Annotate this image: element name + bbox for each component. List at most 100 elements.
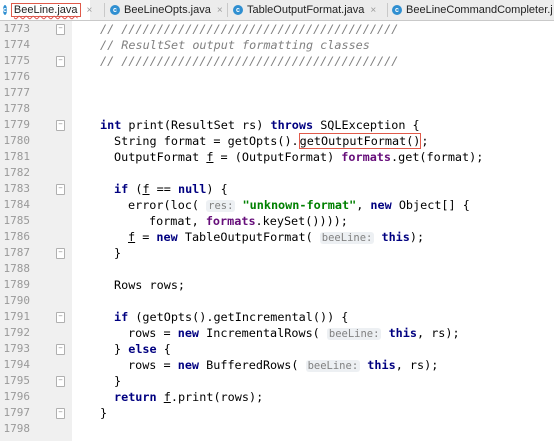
tab-label: BeeLine.java [10,3,81,17]
code-text: BufferedRows( [199,358,306,372]
parameter-hint: beeLine: [305,360,361,372]
keyword: new [177,358,200,372]
code-line: 1781 OutputFormat f = (OutputFormat) for… [0,149,554,165]
code-line: 1794 rows = new BufferedRows( beeLine: t… [0,357,554,373]
code-text: Object[] { [391,198,470,212]
code-line: 1778 [0,101,554,117]
field: formats [341,150,392,164]
line-number: 1786 [3,230,31,243]
fold-marker-icon[interactable]: − [56,248,65,259]
java-class-icon: c [3,5,7,15]
code-text: OutputFormat [114,150,207,164]
code-line: 1788 [0,261,554,277]
tab-label: TableOutputFormat.java [247,4,365,16]
code-text: rows = [128,326,178,340]
tab-divider [387,3,388,17]
line-number: 1798 [3,422,31,435]
keyword: return [114,390,157,404]
line-number: 1778 [3,102,31,115]
tab-beelinecommandcompleter-java[interactable]: c BeeLineCommandCompleter.j [392,0,553,20]
code-text: (getOpts().getIncremental()) { [128,310,349,324]
keyword: null [177,182,207,196]
line-number: 1787 [3,246,31,259]
line-number: 1785 [3,214,31,227]
fold-marker-icon[interactable]: − [56,408,65,419]
fold-marker-icon[interactable]: − [56,24,65,35]
tab-label: BeeLineCommandCompleter.j [406,4,553,16]
fold-marker-icon[interactable]: − [56,120,65,131]
field: formats [205,214,256,228]
fold-marker-icon[interactable]: − [56,376,65,387]
code-text: Rows rows; [114,278,186,292]
parameter-hint: beeLine: [319,232,375,244]
code-line: 1784 error(loc( res: "unknown-format", n… [0,197,554,213]
code-line: 1780 String format = getOpts().getOutput… [0,133,554,149]
parameter-hint: res: [206,200,236,212]
close-tab-icon[interactable]: × [370,5,376,16]
code-text: } [100,406,108,420]
code-text: = (OutputFormat) [213,150,342,164]
code-text: print(ResultSet rs) [121,118,271,132]
code-comment: // ResultSet output formatting classes [100,38,370,52]
code-line: 1775 − // //////////////////////////////… [0,53,554,69]
keyword: this [367,358,396,372]
java-class-icon: c [233,5,243,15]
tab-beelineopts-java[interactable]: c BeeLineOpts.java × [110,0,223,20]
code-line: 1783 − if (f == null) { [0,181,554,197]
line-number: 1782 [3,166,31,179]
keyword: new [156,230,178,244]
code-line: 1797 − } [0,405,554,421]
fold-marker-icon[interactable]: − [56,184,65,195]
fold-marker-icon[interactable]: − [56,56,65,67]
code-text: ); [409,230,425,244]
tab-tableoutputformat-java[interactable]: c TableOutputFormat.java × [233,0,376,20]
code-text: { [156,342,171,356]
code-text: ( [128,182,143,196]
line-number: 1796 [3,390,31,403]
line-number: 1784 [3,198,31,211]
variable: f [163,390,171,404]
code-text: } [114,246,122,260]
fold-marker-icon[interactable]: − [56,344,65,355]
code-line: 1782 [0,165,554,181]
editor-tab-bar: c BeeLine.java × c BeeLineOpts.java × c … [0,0,554,21]
line-number: 1794 [3,358,31,371]
keyword: if [114,182,129,196]
close-tab-icon[interactable]: × [87,5,93,16]
keyword: this [381,230,410,244]
code-line: 1785 format, formats.keySet()))); [0,213,554,229]
code-comment: // /////////////////////////////////////… [100,54,399,68]
java-class-icon: c [392,5,402,15]
code-text: rows = [128,358,178,372]
code-line: 1796 return f.print(rows); [0,389,554,405]
keyword: if [114,310,129,324]
parameter-hint: beeLine: [326,328,382,340]
code-line: 1791 − if (getOpts().getIncremental()) { [0,309,554,325]
tab-divider [104,3,105,17]
line-number: 1781 [3,150,31,163]
close-tab-icon[interactable]: × [217,5,223,16]
fold-marker-icon[interactable]: − [56,312,65,323]
keyword: new [370,198,392,212]
keyword: else [128,342,157,356]
code-line: 1786 f = new TableOutputFormat( beeLine:… [0,229,554,245]
code-line: 1787 − } [0,245,554,261]
line-number: 1795 [3,374,31,387]
tab-beeline-java[interactable]: c BeeLine.java × [0,0,93,20]
line-number: 1776 [3,70,31,83]
code-text: IncrementalRows( [199,326,327,340]
code-text: = [135,230,157,244]
line-number: 1792 [3,326,31,339]
line-number: 1775 [3,54,31,67]
line-number: 1793 [3,342,31,355]
line-number: 1773 [3,22,31,35]
line-number: 1788 [3,262,31,275]
code-text: .get(format); [391,150,484,164]
line-number: 1790 [3,294,31,307]
code-comment: // /////////////////////////////////////… [100,22,399,36]
java-class-icon: c [110,5,120,15]
string-literal: "unknown-format" [242,198,357,212]
code-text: == [149,182,178,196]
